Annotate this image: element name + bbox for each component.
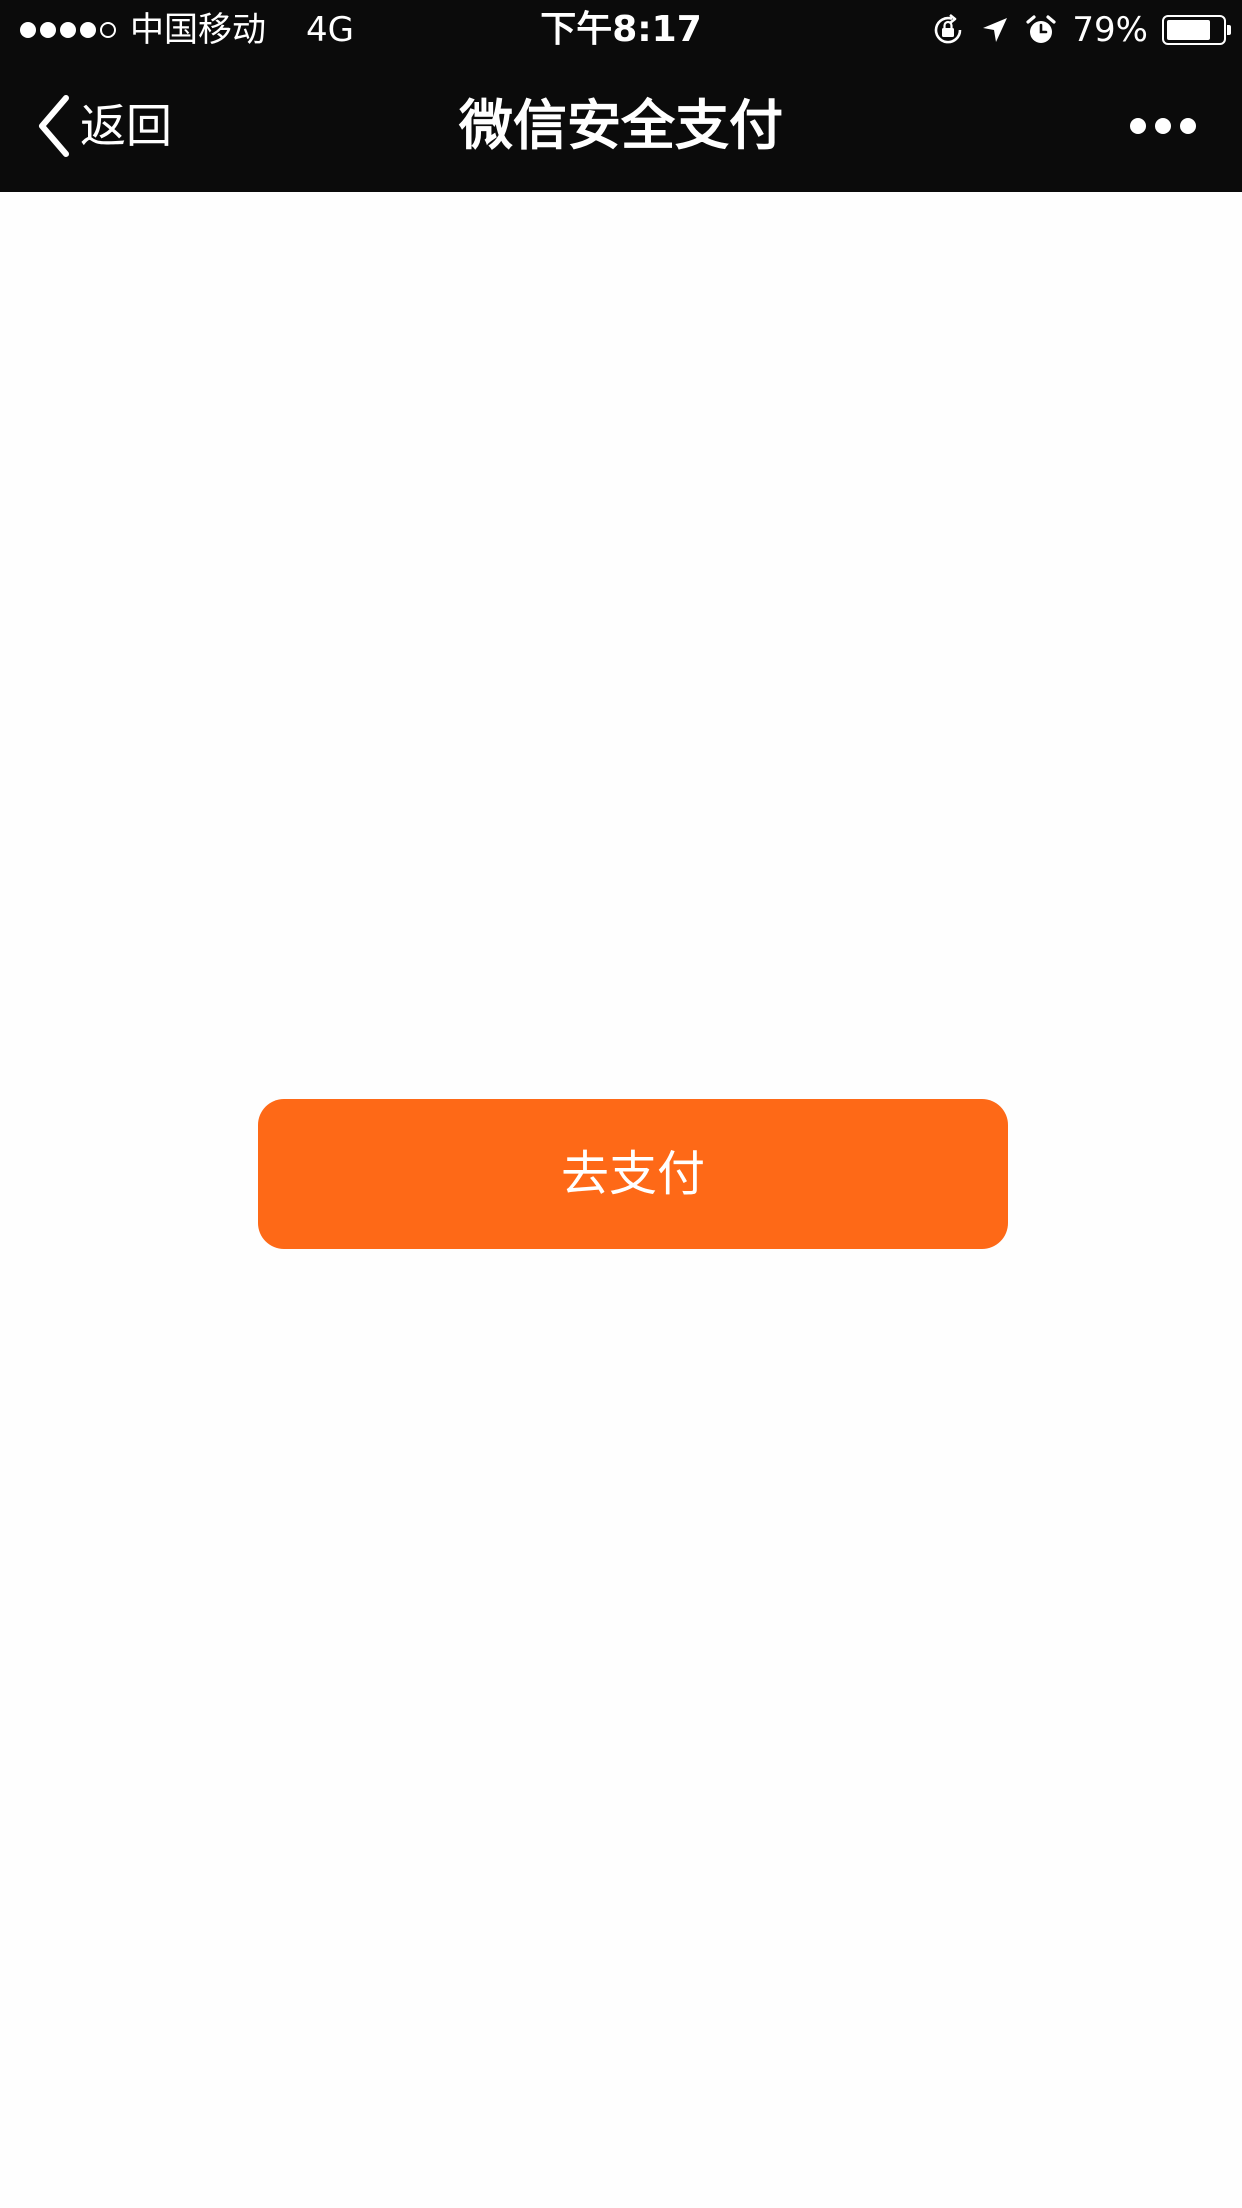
back-label: 返回 — [80, 99, 172, 153]
page-content: 去支付 — [0, 192, 1242, 2208]
chevron-left-icon — [39, 95, 69, 157]
more-dot — [1130, 118, 1146, 134]
back-button[interactable]: 返回 — [36, 94, 172, 158]
location-arrow-icon — [983, 18, 1008, 42]
more-dot — [1180, 118, 1196, 134]
page-title: 微信安全支付 — [459, 94, 783, 157]
status-right-group: 79% — [930, 8, 1231, 52]
battery-icon — [1162, 15, 1231, 45]
app-screen: 中国移动 4G 下午8:17 79% 返回 微信安全支付 去支付 — [0, 0, 1242, 2208]
navigation-bar: 返回 微信安全支付 — [0, 60, 1242, 192]
status-bar: 中国移动 4G 下午8:17 79% — [0, 0, 1242, 60]
go-pay-button[interactable]: 去支付 — [258, 1099, 1008, 1249]
battery-level-fill — [1167, 20, 1210, 40]
battery-percentage: 79% — [1072, 10, 1148, 50]
orientation-lock-icon — [935, 13, 962, 44]
alarm-icon — [1026, 15, 1057, 43]
more-dot — [1155, 118, 1171, 134]
battery-tip — [1227, 25, 1231, 35]
more-dots-icon[interactable] — [1130, 110, 1196, 142]
